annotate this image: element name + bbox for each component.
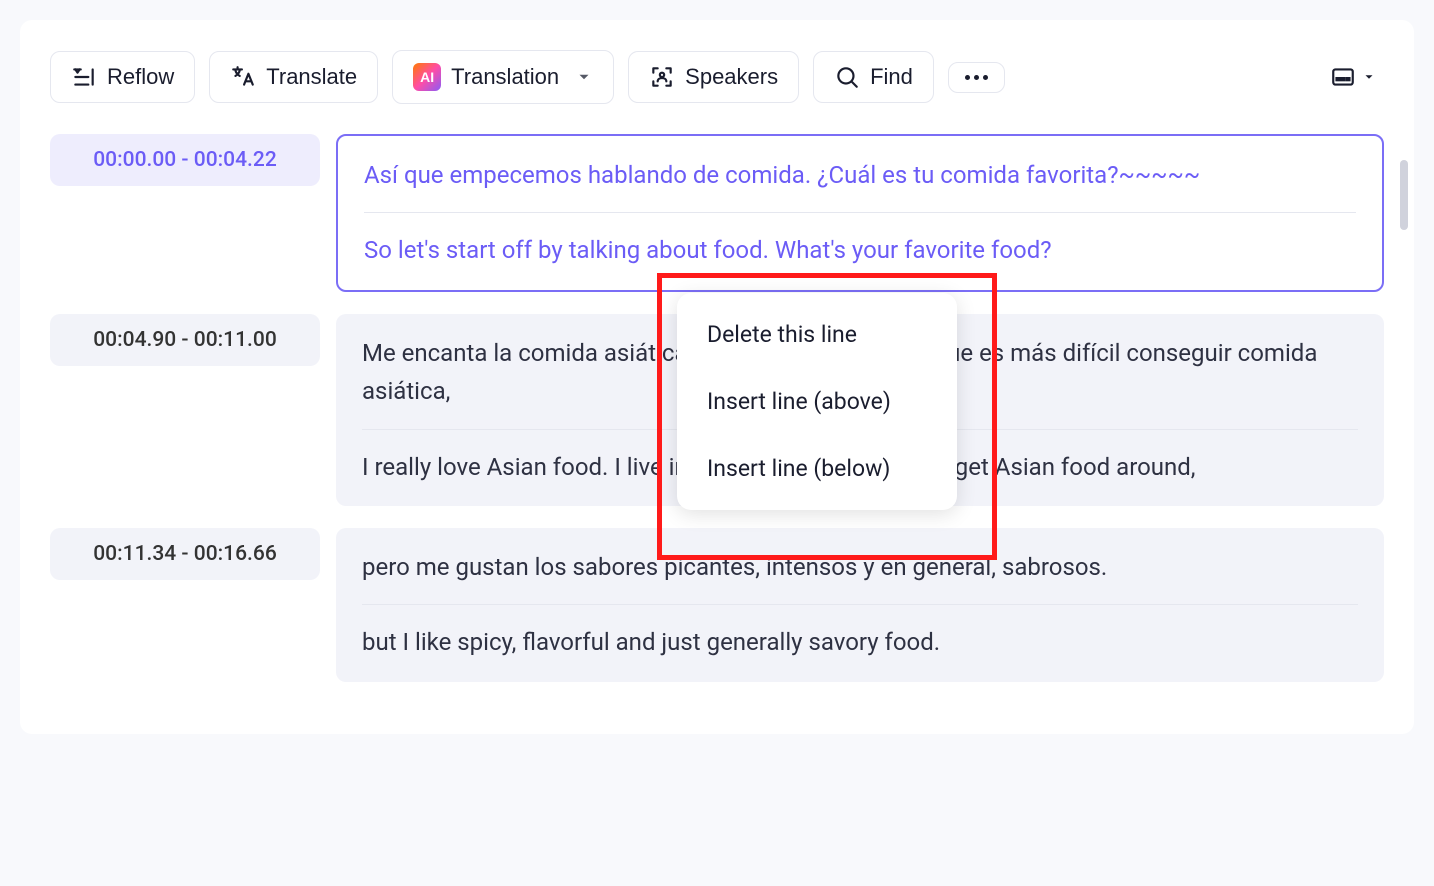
app-container: Reflow Translate AI Translation Speakers… — [20, 20, 1414, 734]
segment-content[interactable]: pero me gustan los sabores picantes, int… — [336, 528, 1384, 682]
translation-label: Translation — [451, 64, 559, 90]
more-options-button[interactable] — [948, 62, 1005, 93]
search-icon — [834, 64, 860, 90]
find-button[interactable]: Find — [813, 51, 934, 103]
context-menu-insert-below[interactable]: Insert line (below) — [677, 435, 957, 502]
speakers-button[interactable]: Speakers — [628, 51, 799, 103]
source-text[interactable]: Así que empecemos hablando de comida. ¿C… — [364, 156, 1356, 194]
reflow-label: Reflow — [107, 64, 174, 90]
ai-icon: AI — [413, 63, 441, 91]
translation-text[interactable]: but I like spicy, flavorful and just gen… — [362, 623, 1358, 661]
translation-text[interactable]: So let's start off by talking about food… — [364, 231, 1356, 269]
transcript-segment: 00:00.00 - 00:04.22 Así que empecemos ha… — [50, 134, 1384, 292]
chevron-down-icon — [1362, 70, 1376, 84]
reflow-icon — [71, 64, 97, 90]
context-menu-delete-line[interactable]: Delete this line — [677, 301, 957, 368]
transcript-segment: 00:11.34 - 00:16.66 pero me gustan los s… — [50, 528, 1384, 682]
toolbar: Reflow Translate AI Translation Speakers… — [50, 50, 1384, 104]
find-label: Find — [870, 64, 913, 90]
chevron-down-icon — [575, 68, 593, 86]
translate-button[interactable]: Translate — [209, 51, 378, 103]
timestamp-pill[interactable]: 00:04.90 - 00:11.00 — [50, 314, 320, 366]
reflow-button[interactable]: Reflow — [50, 51, 195, 103]
context-menu: Delete this line Insert line (above) Ins… — [677, 293, 957, 510]
translation-dropdown-button[interactable]: AI Translation — [392, 50, 614, 104]
view-toggle-button[interactable] — [1322, 56, 1384, 98]
segment-divider — [364, 212, 1356, 213]
context-menu-insert-above[interactable]: Insert line (above) — [677, 368, 957, 435]
speakers-label: Speakers — [685, 64, 778, 90]
translate-icon — [230, 64, 256, 90]
segment-divider — [362, 604, 1358, 605]
timestamp-pill[interactable]: 00:11.34 - 00:16.66 — [50, 528, 320, 580]
scrollbar-thumb[interactable] — [1400, 160, 1408, 230]
source-text[interactable]: pero me gustan los sabores picantes, int… — [362, 548, 1358, 586]
speakers-icon — [649, 64, 675, 90]
translate-label: Translate — [266, 64, 357, 90]
more-icon — [965, 75, 988, 80]
segment-content[interactable]: Así que empecemos hablando de comida. ¿C… — [336, 134, 1384, 292]
subtitle-view-icon — [1330, 64, 1356, 90]
timestamp-pill[interactable]: 00:00.00 - 00:04.22 — [50, 134, 320, 186]
